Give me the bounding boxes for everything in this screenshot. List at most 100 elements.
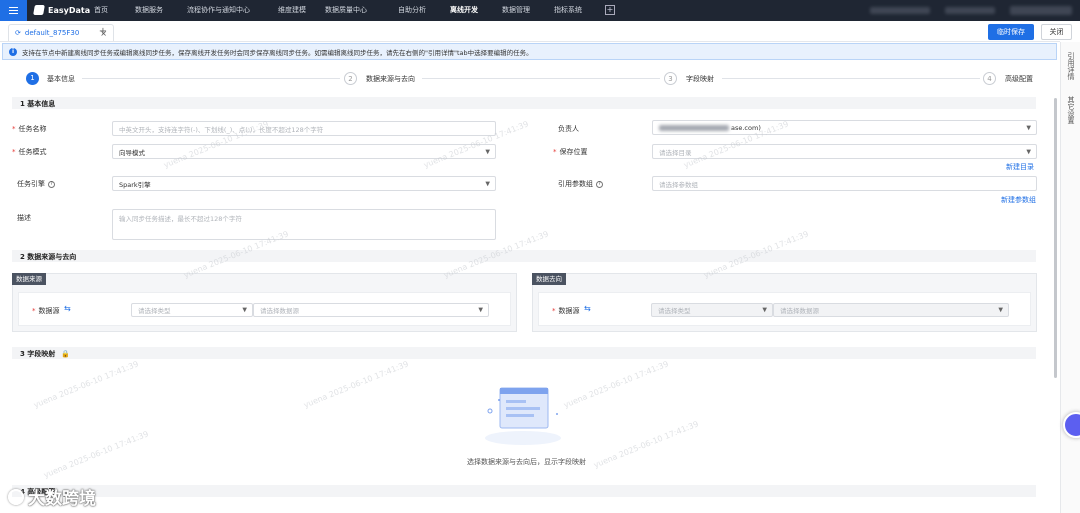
- user-info-blurred: [870, 7, 930, 14]
- watermark: yuena 2025-06-10 17:41:39: [592, 419, 700, 470]
- nav-item-dimension-modeling[interactable]: 维度建模: [278, 0, 306, 21]
- origin-datasource-select[interactable]: 请选择数据源 ▼: [253, 303, 489, 317]
- temp-save-button[interactable]: 临时保存: [988, 24, 1034, 40]
- section-header-basic: [12, 97, 1036, 109]
- watermark: yuena 2025-06-10 17:41:39: [302, 359, 410, 410]
- logo-mark-icon: [33, 5, 45, 15]
- rail-tab-other-settings[interactable]: 其它设置: [1066, 96, 1076, 124]
- owner-name-blurred: [659, 124, 729, 131]
- tab-bar: [0, 21, 1060, 42]
- task-name-placeholder: 中英文开头，支持连字符(-)、下划线(_)、点(.)，长度不超过128个字符: [119, 125, 324, 134]
- user-avatar-blurred[interactable]: [1010, 6, 1072, 15]
- add-tab-icon[interactable]: +: [95, 25, 111, 39]
- overlay-logo-text: 大数跨境: [28, 489, 96, 509]
- target-datasource-placeholder: 请选择数据源: [780, 307, 819, 315]
- help-icon[interactable]: ?: [48, 180, 55, 188]
- chevron-down-icon: ▼: [485, 148, 490, 155]
- step-1-number[interactable]: 1: [26, 72, 39, 85]
- param-group-select[interactable]: 请选择参数组: [652, 176, 1037, 191]
- owner-value: ase.com): [731, 123, 761, 132]
- description-label: 描述: [17, 214, 31, 222]
- app-logo[interactable]: EasyData: [33, 5, 91, 15]
- nav-item-workflow[interactable]: 流程协作与通知中心: [187, 0, 250, 21]
- save-location-select[interactable]: 请选择目录 ▼: [652, 144, 1037, 159]
- section-title-basic: 1 基本信息: [20, 100, 56, 108]
- step-3-number[interactable]: 3: [664, 72, 677, 85]
- source-target-title: 数据去向: [532, 273, 566, 285]
- chevron-down-icon: ▼: [998, 306, 1003, 314]
- brand-name: EasyData: [48, 5, 91, 15]
- section-title-source: 2 数据来源与去向: [20, 253, 77, 261]
- overlay-logo: 大数跨境: [8, 484, 96, 509]
- nav-item-self-analysis[interactable]: 自助分析: [398, 0, 426, 21]
- chevron-down-icon: ▼: [762, 306, 767, 314]
- step-connector: [82, 78, 340, 79]
- watermark: yuena 2025-06-10 17:41:39: [42, 429, 150, 480]
- watermark: yuena 2025-06-10 17:41:39: [32, 359, 140, 410]
- nav-item-data-service[interactable]: 数据服务: [135, 0, 163, 21]
- target-datasource-select[interactable]: 请选择数据源 ▼: [773, 303, 1009, 317]
- step-1-label[interactable]: 基本信息: [47, 74, 75, 84]
- description-textarea[interactable]: 输入同步任务描述，最长不超过128个字符: [112, 209, 496, 240]
- chevron-down-icon: ▼: [1026, 124, 1031, 131]
- rail-tab-reference-details[interactable]: 引用详情: [1066, 52, 1076, 80]
- step-2-number[interactable]: 2: [344, 72, 357, 85]
- owner-label: 负责人: [558, 125, 579, 133]
- engine-value: Spark引擎: [119, 180, 151, 189]
- scrollbar[interactable]: [1054, 98, 1057, 378]
- task-mode-label: * 任务模式: [12, 148, 47, 156]
- section-header-source: [12, 250, 1036, 262]
- chevron-down-icon: ▼: [242, 306, 247, 314]
- target-datasource-label: * 数据源: [552, 307, 580, 315]
- nav-item-home[interactable]: 首页: [94, 0, 108, 21]
- tab-label: default_875F30: [24, 29, 80, 37]
- chevron-down-icon: ▼: [478, 306, 483, 314]
- param-group-label: 引用参数组?: [558, 179, 603, 189]
- help-icon[interactable]: ?: [596, 180, 603, 188]
- description-placeholder: 输入同步任务描述，最长不超过128个字符: [119, 215, 242, 223]
- lock-icon: 🔒: [61, 350, 71, 358]
- engine-label: 任务引擎?: [17, 179, 55, 189]
- origin-type-placeholder: 请选择类型: [138, 307, 171, 315]
- step-2-label[interactable]: 数据来源与去向: [366, 74, 415, 84]
- user-info-blurred: [945, 7, 995, 14]
- overlay-logo-icon: [8, 488, 24, 505]
- task-name-input[interactable]: 中英文开头，支持连字符(-)、下划线(_)、点(.)，长度不超过128个字符: [112, 121, 496, 136]
- new-directory-link[interactable]: 新建目录: [1006, 162, 1034, 172]
- engine-select[interactable]: Spark引擎 ▼: [112, 176, 496, 191]
- section-header-mapping: [12, 347, 1036, 359]
- target-type-select[interactable]: 请选择类型 ▼: [651, 303, 773, 317]
- task-mode-select[interactable]: 向导模式 ▼: [112, 144, 496, 159]
- step-connector: [722, 78, 980, 79]
- close-button[interactable]: 关闭: [1041, 24, 1072, 40]
- section-header-advanced: [12, 485, 1036, 497]
- sync-icon: ⟳: [15, 29, 21, 37]
- info-banner: i 支持在节点中新建离线同步任务或编辑离线同步任务，保存离线开发任务时会同步保存…: [2, 43, 1057, 60]
- nav-item-data-management[interactable]: 数据管理: [502, 0, 530, 21]
- target-type-placeholder: 请选择类型: [658, 307, 691, 315]
- nav-item-offline-dev[interactable]: 离线开发: [450, 0, 478, 21]
- nav-item-data-quality[interactable]: 数据质量中心: [325, 0, 367, 21]
- task-name-label: * 任务名称: [12, 125, 47, 133]
- step-3-label[interactable]: 字段映射: [686, 74, 714, 84]
- new-param-group-link[interactable]: 新建参数组: [1001, 195, 1036, 205]
- nav-add-icon[interactable]: +: [605, 5, 615, 15]
- origin-type-select[interactable]: 请选择类型 ▼: [131, 303, 253, 317]
- swap-icon[interactable]: ⇆: [64, 304, 71, 313]
- chevron-down-icon: ▼: [485, 180, 490, 187]
- param-group-placeholder: 请选择参数组: [659, 180, 698, 189]
- menu-icon[interactable]: [0, 0, 27, 21]
- source-origin-title: 数据来源: [12, 273, 46, 285]
- owner-select[interactable]: ase.com) ▼: [652, 120, 1037, 135]
- save-location-label: * 保存位置: [553, 148, 588, 156]
- task-mode-value: 向导模式: [119, 148, 145, 157]
- swap-icon[interactable]: ⇆: [584, 304, 591, 313]
- section-title-mapping: 3 字段映射 🔒: [20, 350, 71, 358]
- mapping-empty-text: 选择数据来源与去向后，显示字段映射: [467, 458, 586, 466]
- save-location-placeholder: 请选择目录: [659, 148, 692, 157]
- origin-datasource-placeholder: 请选择数据源: [260, 307, 299, 315]
- info-text: 支持在节点中新建离线同步任务或编辑离线同步任务，保存离线开发任务时会同步保存离线…: [22, 48, 533, 57]
- step-4-label[interactable]: 高级配置: [1005, 74, 1033, 84]
- nav-item-metrics[interactable]: 指标系统: [554, 0, 582, 21]
- step-4-number[interactable]: 4: [983, 72, 996, 85]
